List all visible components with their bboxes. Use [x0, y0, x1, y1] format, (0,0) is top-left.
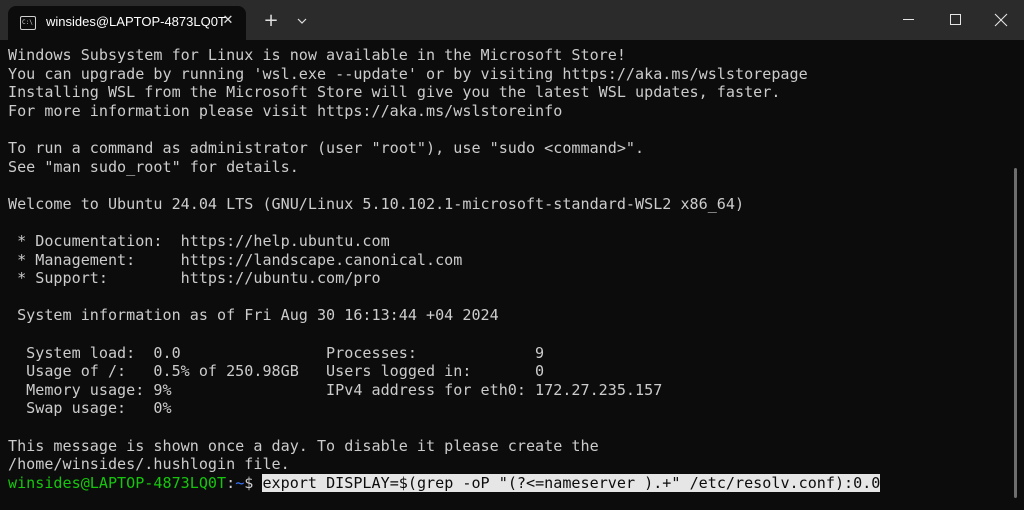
prompt-user-host: winsides@LAPTOP-4873LQ0T [8, 473, 227, 492]
terminal-line: /home/winsides/.hushlogin file. [8, 455, 290, 474]
terminal-line: System load: 0.0 Processes: 9 [8, 343, 545, 362]
close-icon[interactable]: ✕ [220, 13, 236, 29]
minimize-icon [903, 19, 914, 20]
terminal-icon: C:\ [20, 16, 36, 30]
terminal-line: * Documentation: https://help.ubuntu.com [8, 232, 390, 250]
tab-dropdown-button[interactable] [292, 14, 312, 30]
terminal-line: System information as of Fri Aug 30 16:1… [8, 306, 499, 325]
terminal-line: Windows Subsystem for Linux is now avail… [8, 46, 626, 64]
terminal-line: Swap usage: 0% [8, 399, 172, 418]
terminal-window: C:\ winsides@LAPTOP-4873LQ0T ✕ + Windows… [0, 0, 1024, 510]
scrollbar[interactable] [1014, 168, 1017, 498]
terminal-output[interactable]: Windows Subsystem for Linux is now avail… [8, 46, 1008, 506]
terminal-line: * Management: https://landscape.canonica… [8, 250, 463, 269]
close-icon [994, 13, 1008, 27]
terminal-line: This message is shown once a day. To dis… [8, 436, 599, 455]
terminal-line: To run a command as administrator (user … [8, 139, 645, 157]
terminal-tab[interactable]: C:\ winsides@LAPTOP-4873LQ0T ✕ [8, 6, 246, 40]
terminal-line: You can upgrade by running 'wsl.exe --up… [8, 64, 808, 83]
terminal-line: For more information please visit https:… [8, 101, 563, 120]
new-tab-button[interactable]: + [260, 11, 282, 33]
terminal-line: Installing WSL from the Microsoft Store … [8, 83, 781, 102]
window-close-button[interactable] [978, 0, 1024, 40]
prompt-path: ~ [235, 473, 245, 492]
prompt-symbol: $ [244, 473, 263, 492]
terminal-icon-text: C:\ [22, 19, 33, 26]
title-bar[interactable]: C:\ winsides@LAPTOP-4873LQ0T ✕ + [0, 0, 1024, 40]
prompt-line[interactable]: winsides@LAPTOP-4873LQ0T:~$ export DISPL… [8, 473, 881, 492]
command-input[interactable]: export DISPLAY=$(grep -oP "(?<=nameserve… [262, 473, 881, 492]
maximize-icon [950, 14, 961, 25]
maximize-button[interactable] [932, 0, 978, 40]
terminal-line: Welcome to Ubuntu 24.04 LTS (GNU/Linux 5… [8, 194, 745, 213]
terminal-line: See "man sudo_root" for details. [8, 157, 299, 176]
terminal-line: Usage of /: 0.5% of 250.98GB Users logge… [8, 362, 545, 381]
terminal-line: Memory usage: 9% IPv4 address for eth0: … [8, 380, 663, 399]
prompt-colon: : [226, 473, 236, 492]
minimize-button[interactable] [886, 0, 932, 40]
tab-title: winsides@LAPTOP-4873LQ0T [46, 14, 226, 29]
terminal-line: * Support: https://ubuntu.com/pro [8, 269, 381, 288]
chevron-down-icon [297, 18, 307, 24]
